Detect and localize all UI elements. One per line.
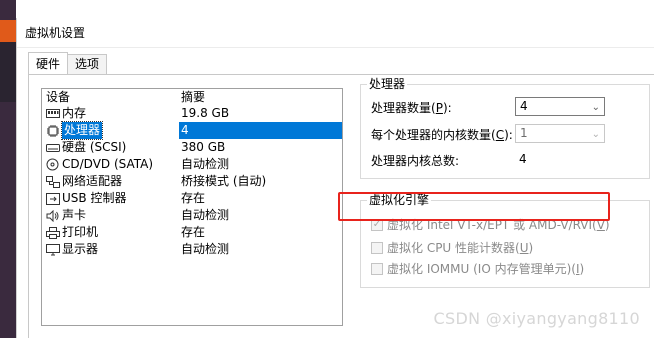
checkbox-icon (371, 262, 383, 275)
checkbox-icon (371, 241, 383, 254)
virtualize-cpu-counters-checkbox[interactable]: 虚拟化 CPU 性能计数器(U) (371, 239, 533, 256)
desktop-strip-dark (0, 42, 16, 102)
device-summary: 自动检测 (181, 208, 230, 222)
device-row-memory[interactable]: 内存 19.8 GB (42, 105, 342, 122)
device-summary: 19.8 GB (181, 106, 230, 120)
device-name-cell: 处理器 (42, 121, 179, 140)
device-summary: 4 (179, 122, 342, 139)
cores-per-processor-label: 每个处理器的内核数量(C): (371, 126, 513, 143)
device-summary: 自动检测 (181, 242, 230, 256)
device-row-sound-card[interactable]: 声卡 自动检测 (42, 207, 342, 224)
option-label: 虚拟化 IOMMU (IO 内存管理单元)( (387, 262, 576, 276)
device-name-cell: 内存 (42, 105, 179, 122)
cores-per-processor-select[interactable]: 1 ⌄ (515, 124, 605, 143)
option-label: 虚拟化 CPU 性能计数器( (387, 241, 520, 255)
chevron-down-icon: ⌄ (591, 129, 600, 140)
access-key: U (519, 240, 529, 255)
device-list-header: 设备 摘要 (42, 89, 342, 105)
device-row-usb-controller[interactable]: USB 控制器 存在 (42, 190, 342, 207)
display-icon (45, 243, 60, 256)
processor-group: 处理器 处理器数量(P): 4 ⌄ 每个处理器的内核数量(C): 1 ⌄ 处理器… (360, 77, 650, 179)
label-text: 处理器内核总数: (371, 154, 460, 168)
hard-disk-icon (45, 142, 60, 154)
device-summary: 自动检测 (181, 157, 230, 171)
device-name: CD/DVD (SATA) (62, 157, 154, 171)
chevron-down-icon: ⌄ (591, 102, 600, 113)
cpu-icon (45, 124, 60, 137)
window-title: 虚拟机设置 (25, 26, 86, 40)
background-desktop-strip (0, 0, 16, 338)
processor-group-title: 处理器 (367, 77, 408, 91)
label-text: 处理器数量( (371, 101, 436, 115)
sound-card-icon (45, 209, 60, 222)
device-name: 内存 (62, 106, 87, 120)
device-row-display[interactable]: 显示器 自动检测 (42, 241, 342, 258)
device-list[interactable]: 设备 摘要 内存 19.8 GB 处理器 4 硬盘 (SCSI) 380 GB … (41, 88, 343, 326)
highlight-annotation-box (338, 192, 610, 221)
device-name-cell: 网络适配器 (42, 173, 179, 190)
column-header-summary[interactable]: 摘要 (179, 89, 205, 105)
device-summary: 存在 (181, 225, 206, 239)
device-row-cd-dvd[interactable]: CD/DVD (SATA) 自动检测 (42, 156, 342, 173)
device-name-cell: 显示器 (42, 241, 179, 258)
num-processors-select[interactable]: 4 ⌄ (515, 97, 605, 116)
device-name: 显示器 (62, 242, 99, 256)
device-name-cell: 硬盘 (SCSI) (42, 139, 179, 156)
tab-hardware[interactable]: 硬件 (28, 52, 69, 74)
label-suffix: ) (579, 261, 585, 276)
num-processors-label: 处理器数量(P): (371, 99, 452, 116)
device-row-hard-disk[interactable]: 硬盘 (SCSI) 380 GB (42, 139, 342, 156)
label-suffix: ): (504, 127, 513, 142)
device-name-cell: 声卡 (42, 207, 179, 224)
virtualize-iommu-checkbox[interactable]: 虚拟化 IOMMU (IO 内存管理单元)(I) (371, 260, 584, 277)
titlebar: 虚拟机设置 (17, 18, 654, 48)
screenshot: 虚拟机设置 硬件 选项 设备 摘要 内存 19.8 GB 处理器 4 硬盘 (S… (0, 0, 654, 338)
total-cores-value: 4 (519, 152, 527, 166)
device-row-network-adapter[interactable]: 网络适配器 桥接模式 (自动) (42, 173, 342, 190)
access-key: P (435, 100, 443, 115)
access-key: C (495, 127, 505, 142)
device-row-printer[interactable]: 打印机 存在 (42, 224, 342, 241)
select-value: 4 (520, 99, 528, 113)
device-summary: 桥接模式 (自动) (181, 174, 267, 188)
column-header-device[interactable]: 设备 (42, 89, 179, 105)
label-suffix: ): (442, 100, 452, 115)
network-adapter-icon (45, 175, 60, 188)
usb-controller-icon (45, 192, 60, 205)
device-name: 网络适配器 (62, 174, 123, 188)
device-name: 打印机 (62, 225, 99, 239)
watermark: CSDN @xiyangyang8110 (433, 309, 640, 328)
tab-options[interactable]: 选项 (67, 54, 108, 74)
printer-icon (45, 226, 60, 239)
device-summary: 380 GB (181, 140, 226, 154)
device-name: 硬盘 (SCSI) (62, 140, 127, 154)
desktop-strip-accent (0, 20, 16, 42)
vm-settings-window: 虚拟机设置 硬件 选项 设备 摘要 内存 19.8 GB 处理器 4 硬盘 (S… (16, 18, 654, 338)
device-name: 声卡 (62, 208, 87, 222)
device-name-cell: 打印机 (42, 224, 179, 241)
tab-strip: 硬件 选项 (28, 52, 108, 74)
device-name-cell: CD/DVD (SATA) (42, 156, 179, 173)
label-suffix: ) (528, 240, 534, 255)
device-row-processor[interactable]: 处理器 4 (42, 121, 342, 140)
cd-dvd-icon (45, 158, 60, 171)
device-name: USB 控制器 (62, 191, 127, 205)
select-value: 1 (520, 126, 528, 140)
device-summary: 存在 (181, 191, 206, 205)
device-name: 处理器 (60, 121, 104, 140)
device-name-cell: USB 控制器 (42, 190, 179, 207)
total-cores-label: 处理器内核总数: (371, 152, 459, 169)
memory-icon (45, 108, 60, 120)
label-text: 每个处理器的内核数量( (371, 128, 496, 142)
